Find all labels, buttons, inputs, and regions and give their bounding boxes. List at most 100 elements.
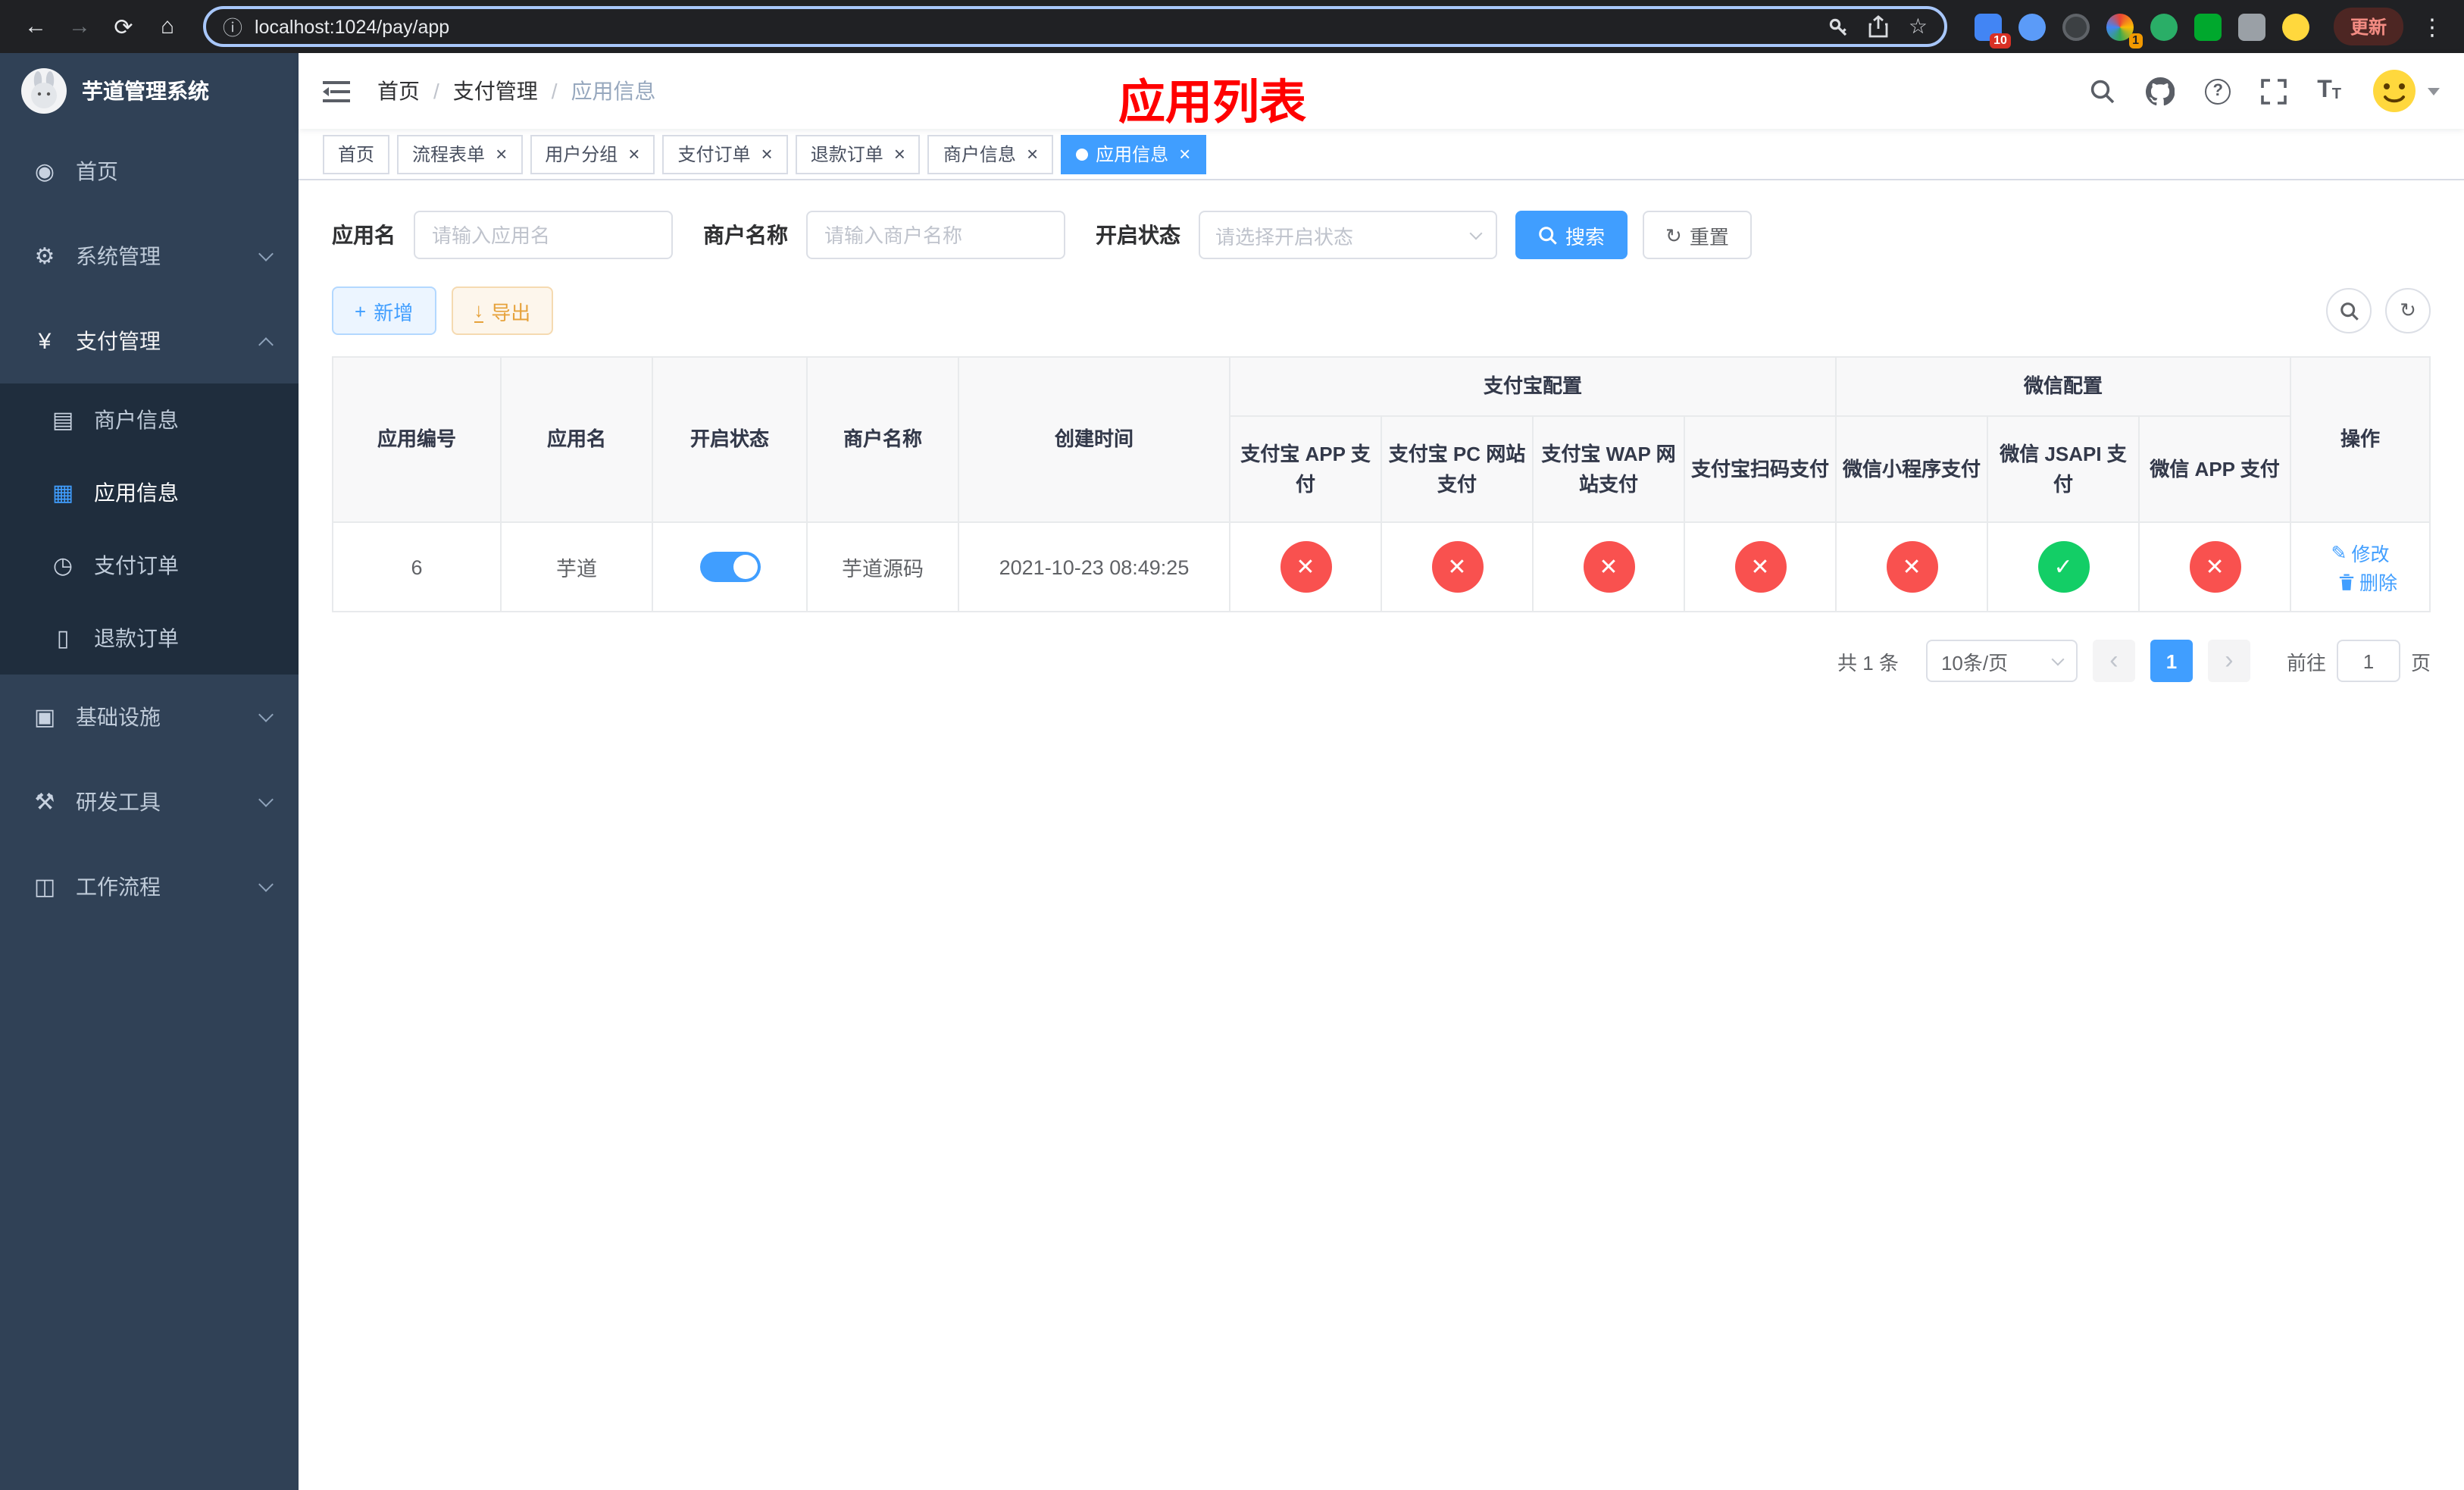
status-select[interactable]: 请选择开启状态 xyxy=(1199,211,1497,259)
chevron-down-icon xyxy=(1469,226,1483,239)
chrome-update-button[interactable]: 更新 xyxy=(2333,8,2403,45)
app-name-input[interactable] xyxy=(414,211,673,259)
col-wx-jsapi: 微信 JSAPI 支付 xyxy=(1987,415,2140,523)
extension-icon-8[interactable] xyxy=(2281,13,2309,40)
delete-link[interactable]: 删除 xyxy=(2338,567,2397,596)
fullscreen-icon[interactable] xyxy=(2261,78,2287,104)
next-page-button[interactable]: › xyxy=(2207,640,2250,682)
edit-link[interactable]: ✎ 修改 xyxy=(2331,538,2390,567)
sidebar: 芋道管理系统 ◉ 首页 ⚙ 系统管理 ¥ 支付管理 ▤ 商户信息 ▦ 应用信息 … xyxy=(0,53,299,1490)
extension-icon-4[interactable]: 1 xyxy=(2106,13,2143,48)
disabled-icon xyxy=(1431,541,1483,593)
browser-reload-icon[interactable]: ⟳ xyxy=(103,6,144,47)
col-alipay-app: 支付宝 APP 支付 xyxy=(1229,415,1382,523)
sidebar-item-label: 应用信息 xyxy=(94,480,179,505)
close-icon[interactable]: × xyxy=(761,144,773,164)
merchant-name-input[interactable] xyxy=(806,211,1065,259)
help-icon[interactable]: ? xyxy=(2205,78,2231,104)
extension-icon-2[interactable] xyxy=(2018,13,2046,40)
toolbar-right-actions: ↻ xyxy=(2326,288,2431,333)
edit-link-label: 修改 xyxy=(2351,544,2390,565)
tab-home[interactable]: 首页 xyxy=(323,134,390,174)
close-icon[interactable]: × xyxy=(628,144,639,164)
app-table: 应用编号 应用名 开启状态 商户名称 创建时间 支付宝配置 微信配置 操作 支付… xyxy=(332,356,2431,612)
close-icon[interactable]: × xyxy=(496,144,507,164)
browser-home-icon[interactable]: ⌂ xyxy=(147,6,188,47)
page-size-select[interactable]: 10条/页 xyxy=(1925,640,2078,682)
password-key-icon[interactable] xyxy=(1828,16,1850,37)
tab-merchant-info[interactable]: 商户信息 × xyxy=(927,134,1054,174)
sidebar-item-app-info[interactable]: ▦ 应用信息 xyxy=(0,456,299,529)
tab-user-group[interactable]: 用户分组 × xyxy=(530,134,655,174)
extension-icon-5[interactable] xyxy=(2150,13,2178,40)
user-avatar-menu[interactable] xyxy=(2372,68,2440,114)
jump-page-input[interactable] xyxy=(2336,640,2400,682)
tab-app-info[interactable]: 应用信息 × xyxy=(1061,134,1206,174)
url-text[interactable]: localhost:1024/pay/app xyxy=(255,16,1816,37)
search-icon[interactable] xyxy=(2090,78,2115,104)
tab-refund-order[interactable]: 退款订单 × xyxy=(795,134,921,174)
app-title: 芋道管理系统 xyxy=(82,79,209,103)
sidebar-item-payment[interactable]: ¥ 支付管理 xyxy=(0,299,299,383)
bookmark-star-icon[interactable]: ☆ xyxy=(1909,14,1928,39)
chevron-down-icon xyxy=(2428,87,2440,95)
reset-button[interactable]: ↻ 重置 xyxy=(1643,211,1752,259)
sidebar-item-workflow[interactable]: ◫ 工作流程 xyxy=(0,844,299,929)
breadcrumb-payment[interactable]: 支付管理 xyxy=(453,76,538,106)
sidebar-item-label: 研发工具 xyxy=(76,790,161,814)
close-icon[interactable]: × xyxy=(1179,144,1190,164)
tabs-bar: 首页 流程表单 × 用户分组 × 支付订单 × 退款订单 × 商户信息 × 应用… xyxy=(299,129,2464,180)
export-button[interactable]: ↓ 导出 xyxy=(451,286,554,335)
tab-pay-order[interactable]: 支付订单 × xyxy=(662,134,788,174)
cell-app-name: 芋道 xyxy=(500,521,653,612)
close-icon[interactable]: × xyxy=(894,144,905,164)
sidebar-item-system[interactable]: ⚙ 系统管理 xyxy=(0,214,299,299)
sidebar-item-pay-order[interactable]: ◷ 支付订单 xyxy=(0,529,299,602)
merchant-name-label: 商户名称 xyxy=(703,223,788,247)
github-icon[interactable] xyxy=(2146,77,2175,105)
browser-window: ← → ⟳ ⌂ ⓘ localhost:1024/pay/app ☆ 10 1 … xyxy=(0,0,2464,1490)
font-size-large: T xyxy=(2317,77,2332,103)
extension-icon-3[interactable] xyxy=(2062,13,2090,40)
disabled-icon xyxy=(1734,541,1786,593)
address-bar[interactable]: ⓘ localhost:1024/pay/app ☆ xyxy=(203,6,1947,47)
col-alipay-wap: 支付宝 WAP 网站支付 xyxy=(1532,415,1685,523)
dashboard-icon: ◉ xyxy=(34,159,55,185)
sidebar-item-refund-order[interactable]: ▯ 退款订单 xyxy=(0,602,299,675)
col-status: 开启状态 xyxy=(652,356,808,523)
site-info-icon[interactable]: ⓘ xyxy=(223,12,242,41)
status-toggle[interactable] xyxy=(699,552,760,582)
prev-page-button[interactable]: ‹ xyxy=(2092,640,2135,682)
app-name-label: 应用名 xyxy=(332,223,396,247)
cell-wx-app xyxy=(2138,521,2292,612)
share-icon[interactable] xyxy=(1869,15,1889,38)
browser-menu-icon[interactable]: ⋮ xyxy=(2416,13,2449,40)
sidebar-item-infrastructure[interactable]: ▣ 基础设施 xyxy=(0,675,299,759)
extension-icon-6[interactable] xyxy=(2194,13,2222,40)
add-button[interactable]: + 新增 xyxy=(332,286,436,335)
sidebar-item-home[interactable]: ◉ 首页 xyxy=(0,129,299,214)
sidebar-logo[interactable]: 芋道管理系统 xyxy=(0,53,299,129)
refresh-table-button[interactable]: ↻ xyxy=(2385,288,2431,333)
current-page-button[interactable]: 1 xyxy=(2150,640,2193,682)
active-tab-dot xyxy=(1076,148,1089,160)
sidebar-collapse-icon[interactable] xyxy=(323,80,350,102)
toggle-search-button[interactable] xyxy=(2326,288,2372,333)
col-app-id: 应用编号 xyxy=(332,356,502,523)
breadcrumb-separator: / xyxy=(551,79,558,103)
page-content: 应用名 商户名称 开启状态 请选择开启状态 搜索 xyxy=(299,180,2464,1490)
browser-back-icon[interactable]: ← xyxy=(15,6,56,47)
extension-icon-7[interactable] xyxy=(2237,13,2265,40)
browser-forward-icon[interactable]: → xyxy=(59,6,100,47)
close-icon[interactable]: × xyxy=(1027,144,1038,164)
sidebar-item-merchant-info[interactable]: ▤ 商户信息 xyxy=(0,383,299,456)
cell-wx-lite xyxy=(1835,521,1989,612)
breadcrumb-home[interactable]: 首页 xyxy=(377,76,420,106)
font-size-icon[interactable]: TT xyxy=(2317,77,2341,103)
tab-process-form[interactable]: 流程表单 × xyxy=(397,134,523,174)
search-button[interactable]: 搜索 xyxy=(1515,211,1628,259)
plus-icon: + xyxy=(355,299,367,322)
jump-prefix-label: 前往 xyxy=(2286,651,2326,674)
extension-icon-1[interactable]: 10 xyxy=(1974,13,2011,48)
sidebar-item-devtools[interactable]: ⚒ 研发工具 xyxy=(0,759,299,844)
